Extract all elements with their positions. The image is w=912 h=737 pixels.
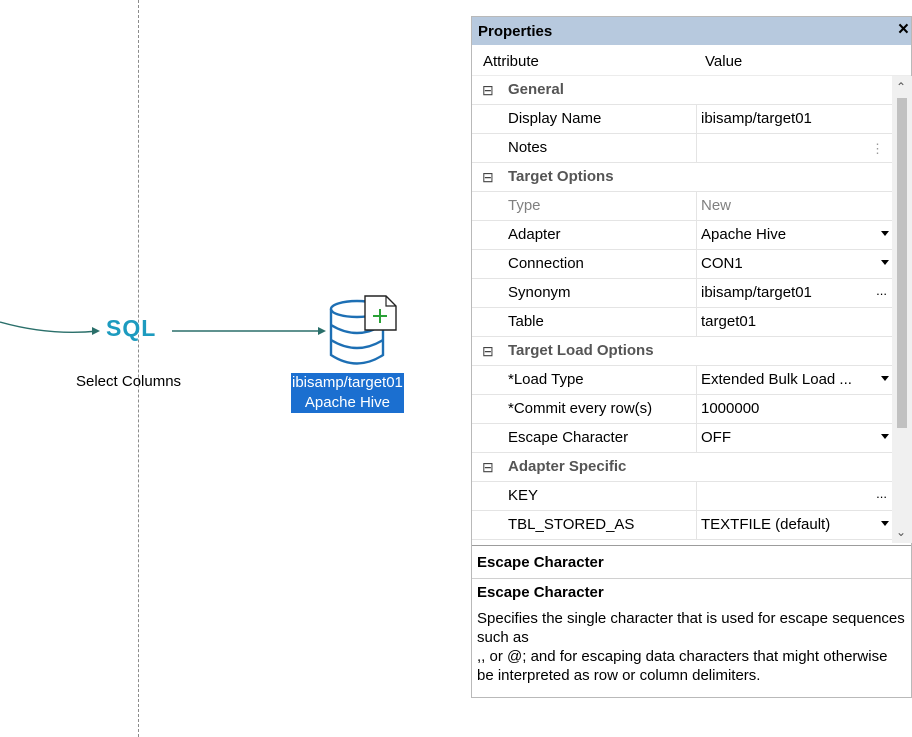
property-value[interactable] [701, 134, 886, 162]
close-icon[interactable]: × [898, 19, 909, 41]
target-node-label[interactable]: ibisamp/target01 Apache Hive [291, 373, 404, 413]
property-value[interactable]: target01 [701, 308, 886, 336]
property-name: TBL_STORED_AS [508, 511, 697, 539]
properties-scrollbar[interactable]: ⌃ ⌄ [892, 76, 912, 543]
flow-canvas[interactable]: SQL Select Columns ibisamp/target01 Apac… [0, 0, 470, 737]
property-name: Connection [508, 250, 697, 278]
property-value[interactable] [701, 482, 886, 510]
collapse-icon[interactable]: ⊟ [482, 453, 494, 481]
property-name: *Commit every row(s) [508, 395, 697, 423]
ellipsis-button[interactable]: ... [876, 283, 887, 298]
group-target-options[interactable]: ⊟ Target Options [472, 163, 892, 192]
description-heading: Escape Character [477, 554, 604, 571]
target-arrowhead [318, 327, 326, 335]
property-row-escape-character[interactable]: Escape Character OFF [472, 424, 892, 453]
dropdown-arrow-icon[interactable] [881, 260, 889, 265]
more-options-icon[interactable]: ⋮ [871, 135, 884, 163]
properties-title: Properties [478, 23, 553, 40]
ellipsis-button[interactable]: ... [876, 486, 887, 501]
property-row-commit-every-rows[interactable]: *Commit every row(s) 1000000 [472, 395, 892, 424]
collapse-icon[interactable]: ⊟ [482, 76, 494, 104]
group-adapter-specific[interactable]: ⊟ Adapter Specific [472, 453, 892, 482]
dropdown-arrow-icon[interactable] [881, 434, 889, 439]
property-name: Notes [508, 134, 697, 162]
property-value[interactable]: OFF [701, 424, 886, 452]
property-name: Synonym [508, 279, 697, 307]
property-row-load-type[interactable]: *Load Type Extended Bulk Load ... [472, 366, 892, 395]
new-file-icon [364, 295, 397, 331]
property-row-notes[interactable]: Notes ⋮ [472, 134, 892, 163]
description-divider [472, 578, 911, 579]
properties-titlebar: Properties × [472, 17, 911, 45]
property-row-connection[interactable]: Connection CON1 [472, 250, 892, 279]
incoming-arrowhead [92, 327, 100, 335]
value-column-header[interactable]: Value [705, 53, 742, 70]
property-value[interactable]: TEXTFILE (default) [701, 511, 886, 539]
group-label: General [508, 81, 564, 98]
collapse-icon[interactable]: ⊟ [482, 163, 494, 191]
properties-column-header: Attribute Value [472, 45, 911, 76]
property-row-adapter[interactable]: Adapter Apache Hive [472, 221, 892, 250]
group-target-load-options[interactable]: ⊟ Target Load Options [472, 337, 892, 366]
flow-connectors [0, 295, 397, 365]
property-row-type[interactable]: Type New [472, 192, 892, 221]
property-name: Type [508, 192, 697, 220]
attribute-column-header[interactable]: Attribute [483, 53, 539, 70]
property-row-key[interactable]: KEY ... [472, 482, 892, 511]
properties-grid: ⊟ General Display Name ibisamp/target01 … [472, 76, 892, 540]
scrollbar-thumb[interactable] [897, 98, 907, 428]
property-value[interactable]: Extended Bulk Load ... [701, 366, 886, 394]
collapse-icon[interactable]: ⊟ [482, 337, 494, 365]
group-label: Adapter Specific [508, 458, 627, 475]
target-node-label-line2: Apache Hive [304, 394, 390, 411]
group-general[interactable]: ⊟ General [472, 76, 892, 105]
property-value[interactable]: ibisamp/target01 [701, 105, 886, 133]
scroll-up-icon[interactable]: ⌃ [896, 80, 906, 94]
property-row-table[interactable]: Table target01 [472, 308, 892, 337]
property-row-display-name[interactable]: Display Name ibisamp/target01 [472, 105, 892, 134]
property-name: Table [508, 308, 697, 336]
properties-panel: Properties × Attribute Value ⊟ General D… [471, 16, 912, 698]
property-value: New [701, 197, 732, 214]
property-name: Adapter [508, 221, 697, 249]
group-label: Target Options [508, 168, 614, 185]
property-value[interactable]: 1000000 [701, 395, 886, 423]
property-description-pane: Escape Character Escape Character Specif… [472, 545, 911, 696]
description-text: Specifies the single character that is u… [477, 610, 905, 684]
property-row-tbl-stored-as[interactable]: TBL_STORED_AS TEXTFILE (default) [472, 511, 892, 540]
scroll-down-icon[interactable]: ⌄ [896, 525, 906, 539]
target-node-label-line1: ibisamp/target01 [292, 374, 403, 391]
property-value[interactable]: ibisamp/target01 [701, 279, 886, 307]
property-name: Display Name [508, 105, 697, 133]
dropdown-arrow-icon[interactable] [881, 231, 889, 236]
dropdown-arrow-icon[interactable] [881, 376, 889, 381]
property-value[interactable]: CON1 [701, 250, 886, 278]
group-label: Target Load Options [508, 342, 654, 359]
property-name: *Load Type [508, 366, 697, 394]
description-subheading: Escape Character [477, 584, 604, 601]
sql-node-label[interactable]: Select Columns [76, 373, 181, 390]
sql-node-icon[interactable]: SQL [106, 315, 156, 342]
property-value[interactable]: Apache Hive [701, 221, 886, 249]
dropdown-arrow-icon[interactable] [881, 521, 889, 526]
property-name: Escape Character [508, 424, 697, 452]
property-row-synonym[interactable]: Synonym ibisamp/target01 ... [472, 279, 892, 308]
property-name: KEY [508, 482, 697, 510]
incoming-connector [0, 321, 99, 333]
